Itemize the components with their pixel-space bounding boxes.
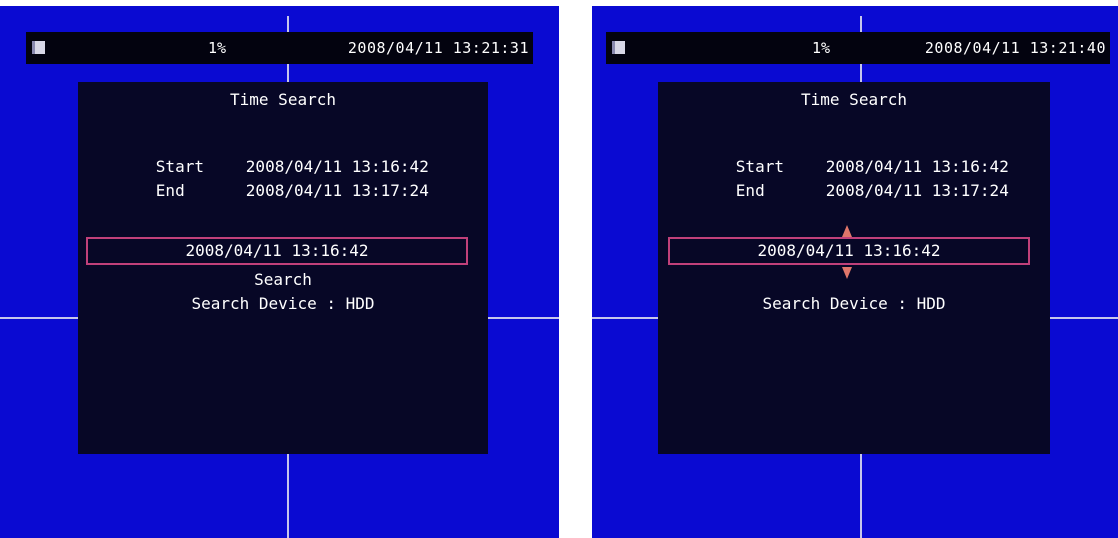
disk-usage: 1% <box>208 39 227 57</box>
dialog-title: Time Search <box>801 90 907 109</box>
time-search-dialog: Time Search Start 2008/04/11 13:16:42 End… <box>78 82 488 454</box>
search-device[interactable]: Search Device : HDD <box>658 294 1050 313</box>
up-down-arrows-icon[interactable] <box>842 225 852 279</box>
arrow-down-icon[interactable] <box>842 267 852 279</box>
arrow-up-icon[interactable] <box>842 225 852 237</box>
search-button[interactable]: Search <box>78 270 488 289</box>
search-time-input[interactable]: 2008/04/11 13:16:42 <box>86 237 468 265</box>
end-value: 2008/04/11 13:17:24 <box>245 181 429 200</box>
end-label: End <box>735 181 765 200</box>
time-search-dialog: Time Search Start 2008/04/11 13:16:42 End… <box>658 82 1050 454</box>
end-value: 2008/04/11 13:17:24 <box>825 181 1009 200</box>
hdd-icon <box>32 41 45 54</box>
end-label: End <box>155 181 185 200</box>
disk-usage: 1% <box>812 39 831 57</box>
search-device[interactable]: Search Device : HDD <box>78 294 488 313</box>
dialog-title: Time Search <box>230 90 336 109</box>
status-bar: 1% 2008/04/11 13:21:31 <box>26 32 533 64</box>
end-row: End 2008/04/11 13:17:24 <box>678 162 1009 219</box>
clock: 2008/04/11 13:21:40 <box>924 39 1106 57</box>
clock: 2008/04/11 13:21:31 <box>347 39 529 57</box>
hdd-icon <box>612 41 625 54</box>
status-bar: 1% 2008/04/11 13:21:40 <box>606 32 1110 64</box>
screen-right: 1% 2008/04/11 13:21:40 Time Search Start… <box>592 6 1118 538</box>
end-row: End 2008/04/11 13:17:24 <box>98 162 429 219</box>
screen-left: 1% 2008/04/11 13:21:31 Time Search Start… <box>0 6 559 538</box>
